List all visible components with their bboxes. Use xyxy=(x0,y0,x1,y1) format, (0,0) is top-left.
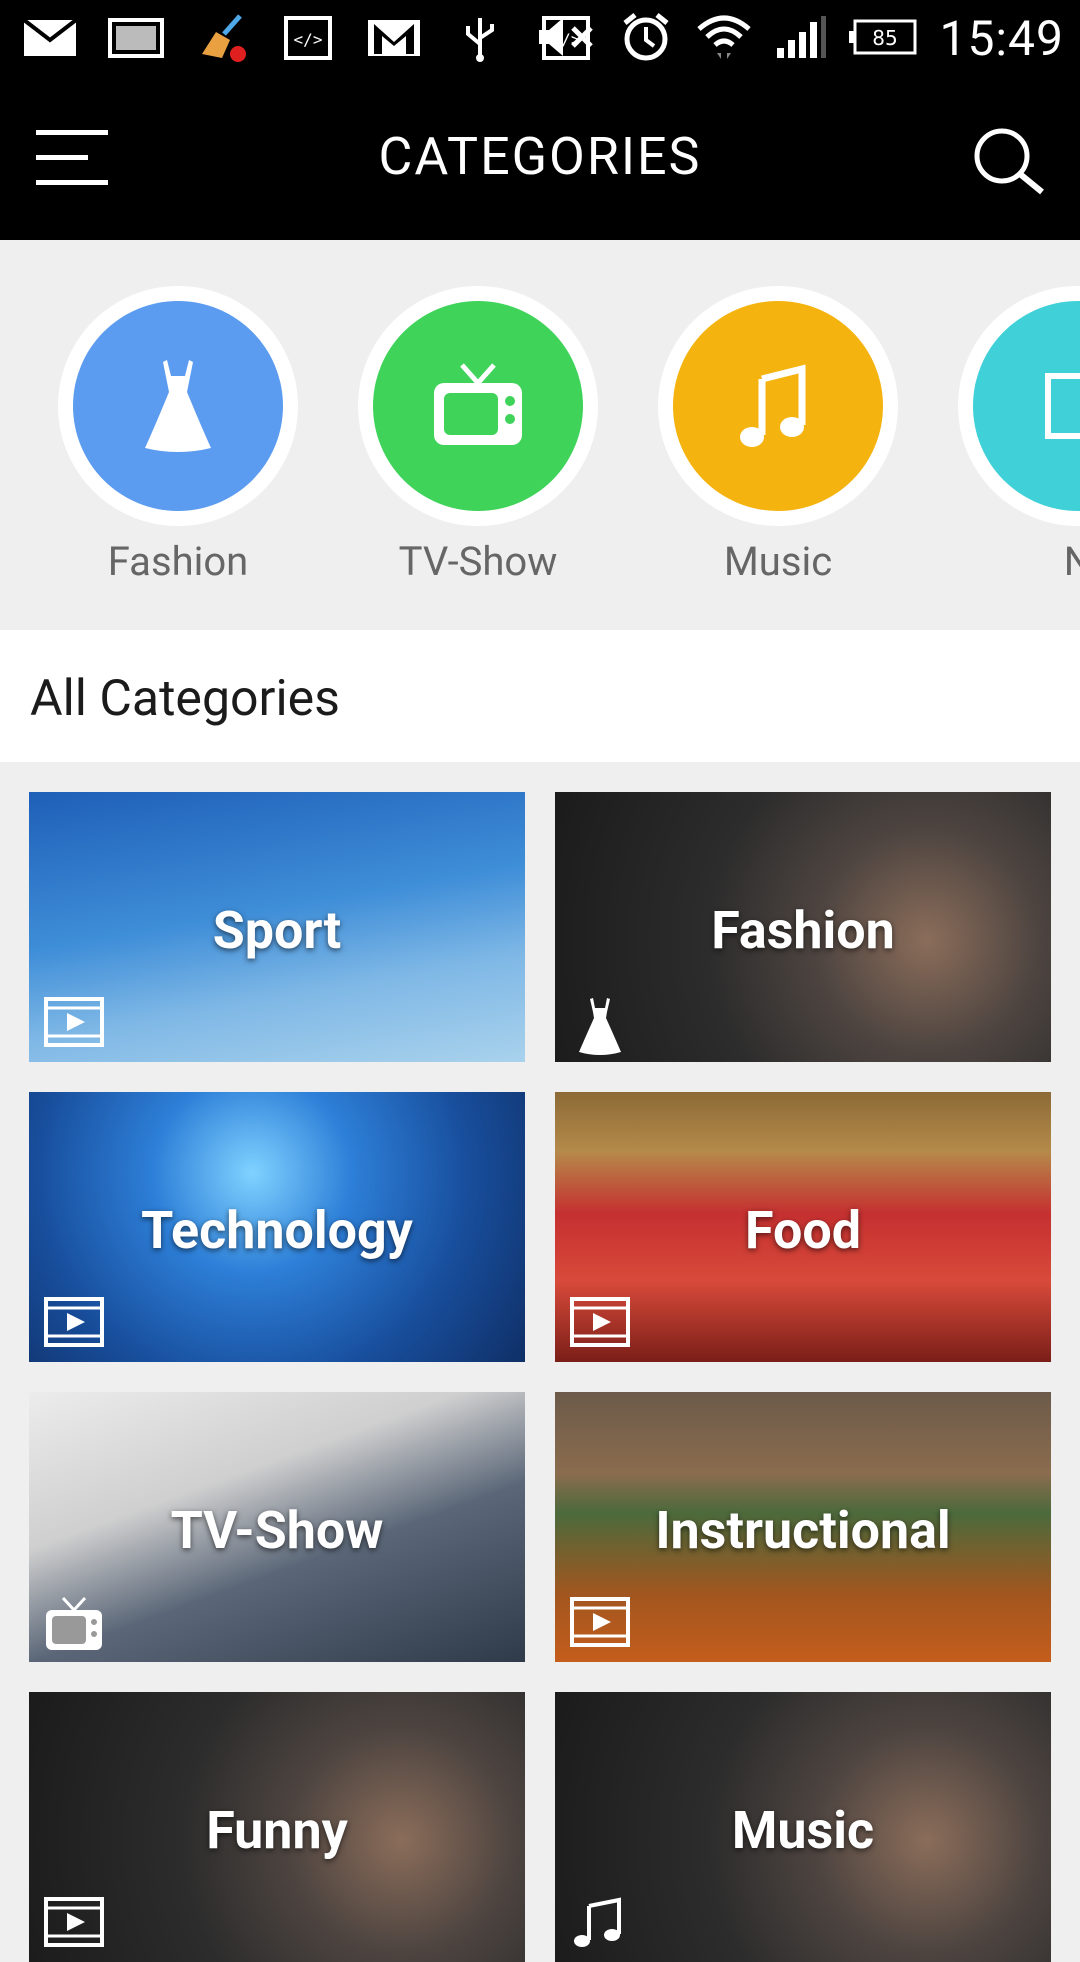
dress-icon xyxy=(73,301,283,511)
category-tile-music[interactable]: Music xyxy=(555,1692,1051,1962)
video-icon xyxy=(569,1596,631,1648)
tile-title: Music xyxy=(731,1800,875,1861)
all-categories-header: All Categories xyxy=(0,630,1080,762)
carousel-label: N xyxy=(1063,538,1080,585)
carousel-label: Music xyxy=(723,538,833,585)
music-note-icon xyxy=(673,301,883,511)
alarm-icon xyxy=(619,11,673,67)
category-tile-food[interactable]: Food xyxy=(555,1092,1051,1362)
category-tile-funny[interactable]: Funny xyxy=(29,1692,525,1962)
section-title: All Categories xyxy=(30,670,340,728)
carousel-item-fashion[interactable]: Fashion xyxy=(58,286,298,585)
app-bar: CATEGORIES xyxy=(0,76,1080,240)
wifi-icon xyxy=(695,11,753,67)
video-icon xyxy=(569,1296,631,1348)
category-tile-instructional[interactable]: Instructional xyxy=(555,1392,1051,1662)
mail-icon xyxy=(22,14,78,62)
mute-icon xyxy=(535,14,597,64)
news-icon xyxy=(973,301,1080,511)
tile-title: Food xyxy=(745,1200,861,1261)
page-title: CATEGORIES xyxy=(378,126,702,187)
image-icon xyxy=(108,14,164,62)
category-tile-technology[interactable]: Technology xyxy=(29,1092,525,1362)
usb-icon xyxy=(452,14,508,62)
carousel-label: Fashion xyxy=(107,538,249,585)
svg-text:85: 85 xyxy=(873,26,898,50)
tv-icon xyxy=(373,301,583,511)
video-icon xyxy=(43,1896,105,1948)
cleaner-alert-icon xyxy=(194,14,250,62)
music-note-icon xyxy=(569,1896,631,1948)
carousel-item-news[interactable]: N xyxy=(958,286,1080,585)
status-bar: </> </> 85 15:49 xyxy=(0,0,1080,76)
code-icon: </> xyxy=(280,14,336,62)
battery-icon: 85 xyxy=(849,19,917,59)
tile-title: Fashion xyxy=(711,900,895,961)
carousel-item-music[interactable]: Music xyxy=(658,286,898,585)
carousel-item-tv-show[interactable]: TV-Show xyxy=(358,286,598,585)
carousel-label: TV-Show xyxy=(398,538,558,585)
tile-title: TV-Show xyxy=(170,1500,384,1561)
svg-text:</>: </> xyxy=(294,30,323,49)
featured-categories-carousel[interactable]: Fashion TV-Show Music N xyxy=(0,240,1080,630)
category-tile-fashion[interactable]: Fashion xyxy=(555,792,1051,1062)
video-icon xyxy=(43,996,105,1048)
tile-title: Instructional xyxy=(655,1500,951,1561)
category-tile-sport[interactable]: Sport xyxy=(29,792,525,1062)
video-icon xyxy=(43,1296,105,1348)
clock: 15:49 xyxy=(939,10,1064,67)
category-tile-tv-show[interactable]: TV-Show xyxy=(29,1392,525,1662)
dress-icon xyxy=(569,996,631,1055)
signal-icon xyxy=(775,14,827,64)
tv-icon xyxy=(43,1596,105,1650)
tile-title: Funny xyxy=(206,1800,348,1861)
tile-title: Technology xyxy=(141,1200,413,1261)
tile-title: Sport xyxy=(212,900,342,961)
search-icon[interactable] xyxy=(970,124,1046,200)
gmail-icon xyxy=(366,14,422,62)
